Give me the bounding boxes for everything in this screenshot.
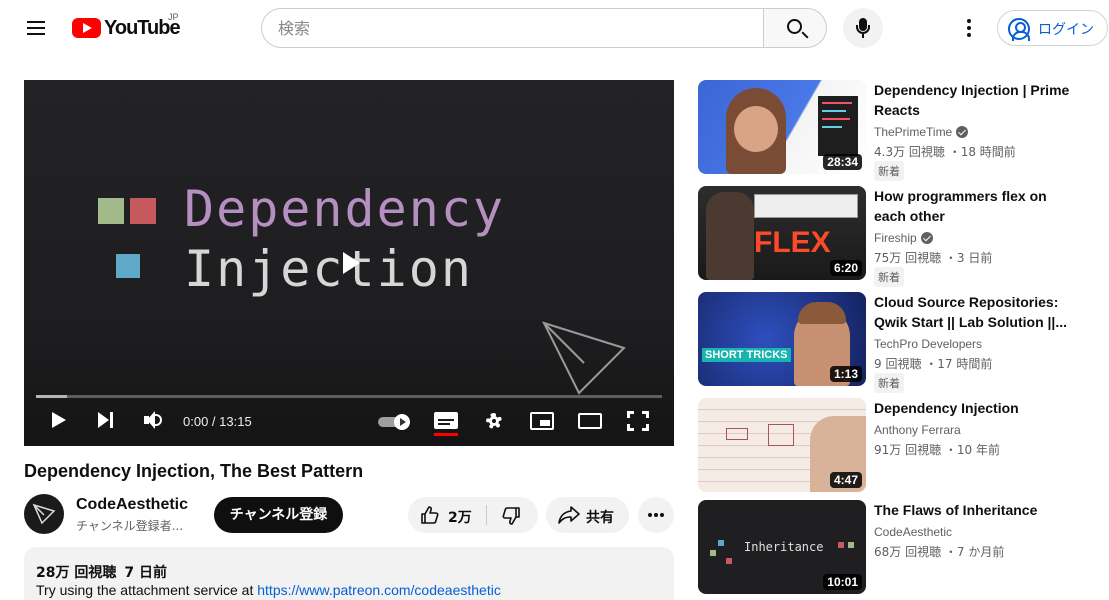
voice-search-button[interactable] xyxy=(843,8,883,48)
recommended-video[interactable]: SHORT TRICKS 1:13 Cloud Source Repositor… xyxy=(698,292,1098,393)
search-input[interactable] xyxy=(262,9,764,47)
video-thumbnail[interactable]: SHORT TRICKS 1:13 xyxy=(698,292,866,386)
subscribe-button[interactable]: チャンネル登録 xyxy=(214,497,343,533)
like-count: 2万 xyxy=(448,510,472,526)
patreon-link[interactable]: https://www.patreon.com/codeaesthetic xyxy=(257,582,501,598)
thumbnail-title-line1: Dependency xyxy=(184,180,506,238)
share-button[interactable]: 共有 xyxy=(546,497,629,533)
play-icon[interactable] xyxy=(50,410,68,430)
hamburger-menu-icon[interactable] xyxy=(20,14,52,42)
rec-channel[interactable]: TechPro Developers xyxy=(874,337,982,351)
settings-more-icon[interactable] xyxy=(955,14,983,42)
view-info: 28万 回視聴 7 日前 xyxy=(36,562,175,582)
search-button[interactable] xyxy=(763,8,827,48)
subscriber-count: チャンネル登録者... xyxy=(76,519,184,533)
duration-badge: 1:13 xyxy=(829,366,862,382)
dislike-button[interactable] xyxy=(487,497,538,533)
more-actions-icon[interactable] xyxy=(638,497,674,533)
channel-logo-icon xyxy=(32,503,56,525)
logo-square-red xyxy=(130,198,156,224)
logo-square-blue xyxy=(116,254,140,278)
thumbs-up-icon xyxy=(421,506,439,524)
view-count: 28万 回視聴 xyxy=(36,565,117,581)
paper-plane-graphic xyxy=(542,321,626,395)
rec-title[interactable]: Cloud Source Repositories: Qwik Start ||… xyxy=(874,292,1074,332)
thumb-flex-text: FLEX xyxy=(754,226,831,259)
time-display: 0:00 / 13:15 xyxy=(183,414,252,429)
upload-age: 7 日前 xyxy=(124,565,167,581)
like-dislike-group: 2万 xyxy=(408,497,538,533)
rec-meta: 9 回視聴 ・17 時間前 xyxy=(874,357,993,371)
video-thumbnail[interactable]: 4:47 xyxy=(698,398,866,492)
settings-gear-icon[interactable] xyxy=(484,411,504,431)
rec-meta: 4.3万 回視聴 ・18 時間前 xyxy=(874,145,1016,159)
region-code: JP xyxy=(168,12,179,22)
autoplay-toggle[interactable] xyxy=(378,414,412,430)
recommended-video[interactable]: 4:47 Dependency Injection Anthony Ferrar… xyxy=(698,398,1098,493)
rec-channel[interactable]: ThePrimeTime xyxy=(874,125,969,139)
verified-check-icon xyxy=(956,126,969,138)
rec-title[interactable]: How programmers flex on each other xyxy=(874,186,1074,226)
search-icon xyxy=(787,19,802,34)
thumb-inheritance-text: Inheritance xyxy=(744,540,824,554)
recommended-video[interactable]: FLEX 6:20 How programmers flex on each o… xyxy=(698,186,1098,287)
account-circle-icon xyxy=(1008,18,1030,41)
channel-avatar[interactable] xyxy=(24,494,64,534)
signin-button[interactable]: ログイン xyxy=(997,10,1108,46)
fullscreen-icon[interactable] xyxy=(627,411,649,431)
video-thumbnail[interactable]: Inheritance 10:01 xyxy=(698,500,866,594)
new-badge: 新着 xyxy=(874,373,904,393)
share-arrow-icon xyxy=(558,506,580,524)
new-badge: 新着 xyxy=(874,161,904,181)
like-button[interactable]: 2万 xyxy=(408,497,486,533)
signin-label: ログイン xyxy=(1038,22,1094,38)
search-box xyxy=(261,8,764,48)
new-badge: 新着 xyxy=(874,267,904,287)
share-label: 共有 xyxy=(586,510,614,526)
top-bar: YouTube JP ログイン xyxy=(0,0,1109,56)
rec-channel[interactable]: Anthony Ferrara xyxy=(874,423,961,437)
buffer-bar xyxy=(36,395,68,398)
video-player[interactable]: Dependency Injection 0:00 / 13:15 xyxy=(24,80,674,446)
subtitles-icon[interactable] xyxy=(434,412,458,436)
duration-badge: 6:20 xyxy=(829,260,862,276)
channel-name[interactable]: CodeAesthetic xyxy=(76,496,188,514)
video-title: Dependency Injection, The Best Pattern xyxy=(24,461,364,481)
description-prefix: Try using the attachment service at xyxy=(36,582,258,598)
duration-badge: 10:01 xyxy=(823,574,862,590)
youtube-logo[interactable]: YouTube JP xyxy=(72,12,182,42)
description-box[interactable]: 28万 回視聴 7 日前 Try using the attachment ser… xyxy=(24,547,674,600)
thumbs-down-icon xyxy=(502,507,520,525)
progress-bar[interactable] xyxy=(36,395,662,398)
recommended-video[interactable]: 28:34 Dependency Injection | Prime React… xyxy=(698,80,1098,181)
miniplayer-icon[interactable] xyxy=(530,412,554,430)
rec-meta: 75万 回視聴 ・3 日前 xyxy=(874,251,993,265)
video-thumbnail[interactable]: FLEX 6:20 xyxy=(698,186,866,280)
youtube-play-icon xyxy=(72,18,101,38)
recommended-video[interactable]: Inheritance 10:01 The Flaws of Inheritan… xyxy=(698,500,1098,595)
rec-channel[interactable]: CodeAesthetic xyxy=(874,525,952,539)
rec-title[interactable]: Dependency Injection | Prime Reacts xyxy=(874,80,1074,120)
description-text: Try using the attachment service at http… xyxy=(36,582,501,598)
next-video-icon[interactable] xyxy=(96,410,116,430)
rec-title[interactable]: The Flaws of Inheritance xyxy=(874,500,1074,520)
center-play-icon[interactable] xyxy=(339,250,363,278)
duration-badge: 4:47 xyxy=(829,472,862,488)
logo-square-green xyxy=(98,198,124,224)
rec-meta: 91万 回視聴 ・10 年前 xyxy=(874,443,1000,457)
verified-check-icon xyxy=(920,232,933,244)
video-thumbnail[interactable]: 28:34 xyxy=(698,80,866,174)
rec-meta: 68万 回視聴 ・7 か月前 xyxy=(874,545,1005,559)
volume-icon[interactable] xyxy=(142,410,166,430)
thumb-shorttricks-text: SHORT TRICKS xyxy=(702,348,791,362)
duration-badge: 28:34 xyxy=(823,154,862,170)
rec-title[interactable]: Dependency Injection xyxy=(874,398,1074,418)
theater-mode-icon[interactable] xyxy=(578,413,602,429)
rec-channel[interactable]: Fireship xyxy=(874,231,933,245)
thumbnail-title-line2: Injection xyxy=(184,240,473,298)
